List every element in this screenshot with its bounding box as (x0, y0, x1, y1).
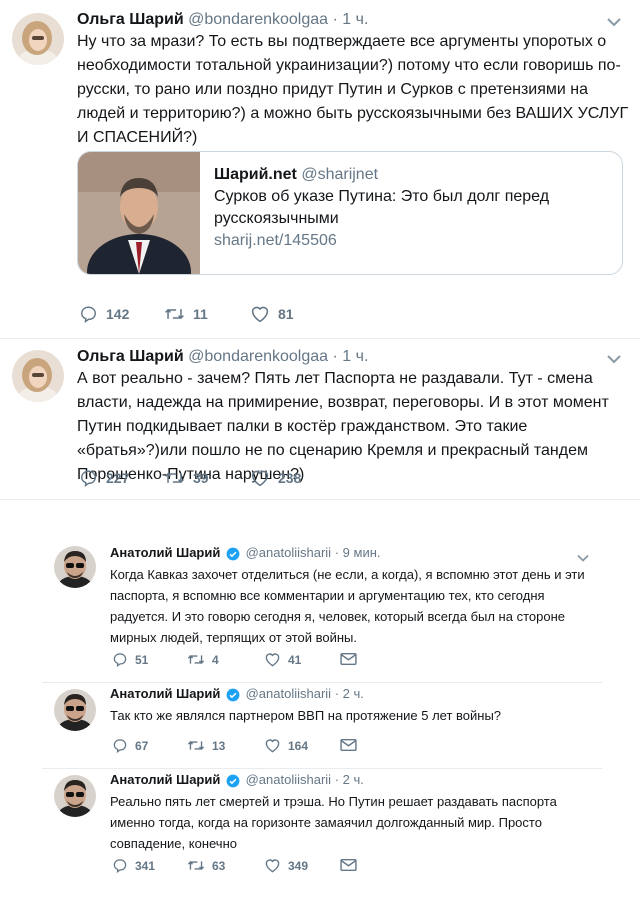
like-button[interactable]: 164 (264, 738, 308, 753)
verified-badge-icon (226, 688, 240, 701)
avatar[interactable] (54, 775, 96, 817)
reply-icon (113, 653, 127, 667)
author-handle[interactable]: @anatoliisharii (246, 545, 331, 560)
author-name[interactable]: Ольга Шарий (77, 11, 184, 28)
retweet-button[interactable]: 11 (164, 305, 208, 323)
tweet[interactable]: Ольга Шарий @bondarenkoolgaa · 1 ч. А во… (0, 339, 640, 499)
like-count: 164 (288, 738, 309, 753)
author-handle[interactable]: @anatoliisharii (246, 772, 331, 787)
like-button[interactable]: 238 (250, 469, 301, 487)
tweet-text: А вот реально - зачем? Пять лет Паспорта… (77, 370, 609, 483)
author-name[interactable]: Анатолий Шарий (110, 772, 220, 787)
reply-button[interactable]: 227 (79, 469, 129, 487)
direct-message-button[interactable] (340, 858, 357, 872)
retweet-button[interactable]: 4 (187, 652, 219, 667)
retweet-count: 39 (193, 470, 209, 486)
heart-icon (265, 739, 280, 753)
tweet-text: Ну что за мрази? То есть вы подтверждает… (77, 33, 629, 146)
tweet[interactable]: Ольга Шарий @bondarenkoolgaa · 1 ч. Ну ч… (0, 0, 640, 338)
retweet-count: 63 (212, 858, 226, 873)
heart-icon (265, 859, 280, 873)
retweet-count: 13 (212, 738, 226, 753)
card-title: Сурков об указе Путина: Это был долг пер… (214, 188, 550, 227)
author-name[interactable]: Анатолий Шарий (110, 545, 220, 560)
reply-button[interactable]: 341 (112, 858, 155, 873)
author-handle[interactable]: @bondarenkoolgaa (188, 348, 328, 365)
retweet-icon (187, 741, 205, 750)
retweet-icon (165, 308, 184, 320)
reply-count: 227 (106, 470, 130, 486)
reply-button[interactable]: 142 (79, 305, 129, 323)
heart-icon (251, 306, 269, 323)
reply-icon (81, 470, 96, 487)
separator-dot: · (332, 348, 338, 365)
avatar[interactable] (12, 13, 64, 65)
like-count: 41 (288, 652, 302, 667)
reply-count: 142 (106, 306, 130, 322)
retweet-icon (187, 655, 205, 664)
like-count: 81 (278, 306, 294, 322)
retweet-button[interactable]: 39 (164, 469, 209, 487)
envelope-icon (340, 738, 357, 752)
direct-message-button[interactable] (340, 738, 357, 752)
card-image (78, 152, 200, 274)
card-url[interactable]: sharij.net/145506 (214, 230, 614, 252)
tweet-time[interactable]: 9 мин. (343, 545, 381, 560)
separator-dot: · (334, 545, 340, 560)
divider (0, 499, 640, 500)
retweet-button[interactable]: 13 (187, 738, 225, 753)
reply-count: 341 (135, 858, 156, 873)
retweet-icon (187, 861, 205, 870)
link-card[interactable]: Шарий.net @sharijnet Сурков об указе Пут… (77, 151, 623, 275)
reply-icon (81, 306, 96, 323)
like-count: 349 (288, 858, 309, 873)
tweet-time[interactable]: 1 ч. (342, 11, 368, 28)
tweet[interactable]: Анатолий Шарий @anatoliisharii · 2 ч. Та… (42, 683, 602, 768)
author-name[interactable]: Анатолий Шарий (110, 686, 220, 701)
like-button[interactable]: 349 (264, 858, 308, 873)
reply-button[interactable]: 51 (112, 652, 148, 667)
direct-message-button[interactable] (340, 652, 357, 666)
separator-dot: · (332, 11, 338, 28)
envelope-icon (340, 652, 357, 666)
like-button[interactable]: 41 (264, 652, 301, 667)
tweet-time[interactable]: 2 ч. (343, 772, 364, 787)
reply-icon (113, 739, 127, 753)
retweet-count: 4 (212, 652, 219, 667)
separator-dot: · (334, 772, 340, 787)
tweet[interactable]: Анатолий Шарий @anatoliisharii · 2 ч. Ре… (42, 769, 602, 880)
like-button[interactable]: 81 (250, 305, 294, 323)
reply-count: 67 (135, 738, 149, 753)
card-site-handle[interactable]: @sharijnet (301, 166, 378, 183)
tweet-time[interactable]: 2 ч. (343, 686, 364, 701)
heart-icon (265, 653, 280, 667)
avatar[interactable] (12, 350, 64, 402)
avatar[interactable] (54, 689, 96, 731)
envelope-icon (340, 858, 357, 872)
reply-icon (113, 859, 127, 873)
author-handle[interactable]: @bondarenkoolgaa (188, 11, 328, 28)
verified-badge-icon (226, 547, 240, 560)
reply-button[interactable]: 67 (112, 738, 148, 753)
tweet-time[interactable]: 1 ч. (342, 348, 368, 365)
author-handle[interactable]: @anatoliisharii (246, 686, 331, 701)
retweet-icon (165, 472, 184, 484)
tweet-text: Когда Кавказ захочет отделиться (не если… (110, 567, 585, 645)
verified-badge-icon (226, 774, 240, 787)
reply-count: 51 (135, 652, 149, 667)
tweet[interactable]: Анатолий Шарий @anatoliisharii · 9 мин. … (42, 536, 602, 682)
heart-icon (251, 470, 269, 487)
tweet-text: Реально пять лет смертей и трэша. Но Пут… (110, 794, 557, 851)
tweet-thread: Анатолий Шарий @anatoliisharii · 9 мин. … (42, 536, 602, 880)
card-site-name: Шарий.net (214, 166, 297, 183)
retweet-count: 11 (193, 306, 208, 322)
separator-dot: · (334, 686, 340, 701)
avatar[interactable] (54, 546, 96, 588)
retweet-button[interactable]: 63 (187, 858, 225, 873)
tweet-text: Так кто же являлся партнером ВВП на прот… (110, 708, 502, 723)
like-count: 238 (278, 470, 302, 486)
author-name[interactable]: Ольга Шарий (77, 348, 184, 365)
